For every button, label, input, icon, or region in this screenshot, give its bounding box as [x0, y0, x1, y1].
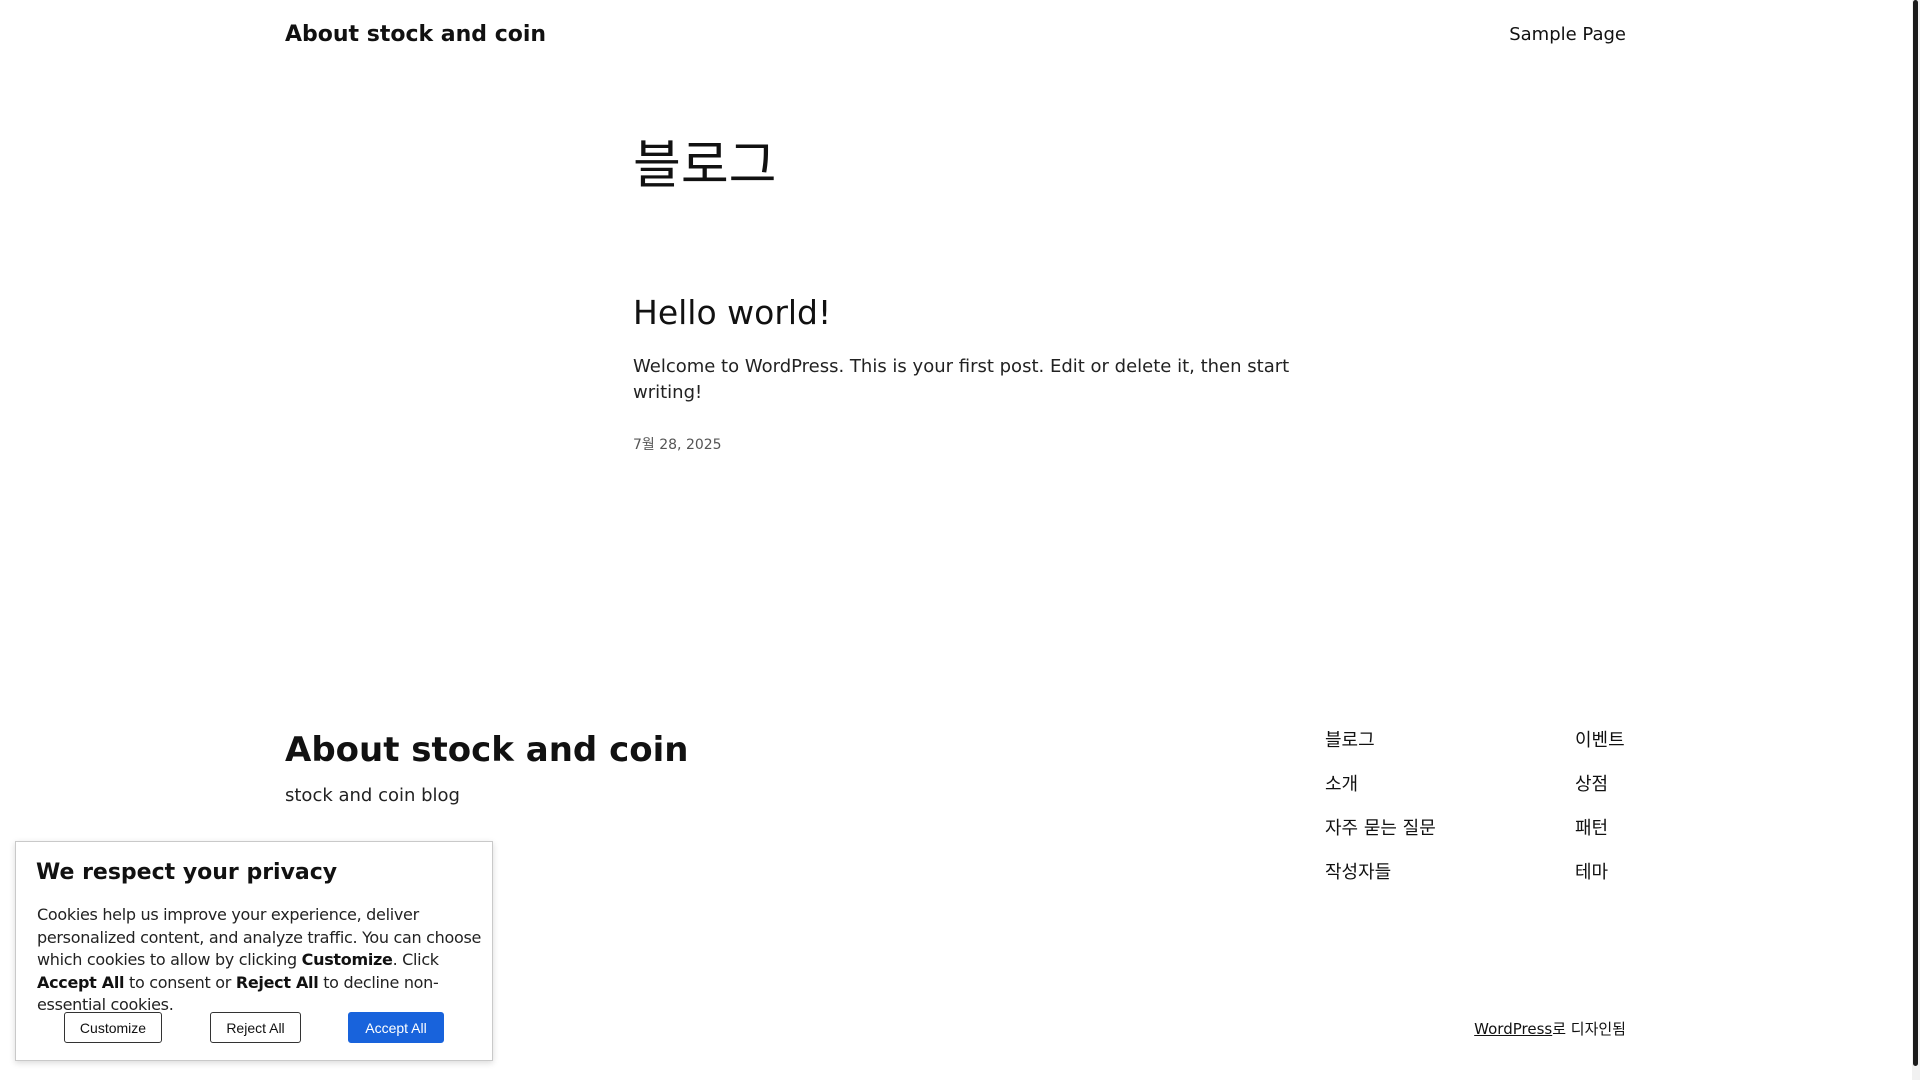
page-title: 블로그 [633, 136, 777, 196]
cookie-customize-button[interactable]: Customize [64, 1012, 162, 1043]
footer-nav-events[interactable]: 이벤트 [1575, 729, 1625, 753]
post-date[interactable]: 7월 28, 2025 [633, 434, 1333, 454]
footer-nav-column-2: 이벤트 상점 패턴 테마 [1575, 729, 1625, 905]
footer-tagline: stock and coin blog [285, 785, 460, 806]
footer-nav-authors[interactable]: 작성자들 [1325, 861, 1436, 885]
footer-nav-about[interactable]: 소개 [1325, 773, 1436, 797]
post-item: Hello world! Welcome to WordPress. This … [633, 292, 1333, 454]
cookie-banner-text: Cookies help us improve your experience,… [37, 904, 487, 1017]
scrollbar-thumb[interactable] [1913, 0, 1918, 1066]
cookie-reject-all-button[interactable]: Reject All [210, 1012, 301, 1043]
page-scrollbar[interactable] [1912, 0, 1920, 1080]
footer-nav-blog[interactable]: 블로그 [1325, 729, 1436, 753]
cookie-text-customize: Customize [301, 950, 393, 969]
site-title-link[interactable]: About stock and coin [285, 22, 546, 47]
cookie-accept-all-button[interactable]: Accept All [348, 1012, 444, 1043]
cookie-text-part: to consent or [124, 972, 236, 992]
main-content: 블로그 Hello world! Welcome to WordPress. T… [633, 130, 1333, 454]
footer-nav-faq[interactable]: 자주 묻는 질문 [1325, 817, 1436, 841]
footer-brand: About stock and coin stock and coin blog [285, 727, 688, 806]
cookie-consent-banner: We respect your privacy Cookies help us … [15, 841, 493, 1061]
nav-sample-page[interactable]: Sample Page [1509, 24, 1626, 45]
site-header: About stock and coin Sample Page [285, 0, 1626, 70]
cookie-text-reject: Reject All [235, 972, 319, 992]
footer-credit: WordPress로 디자인됨 [1474, 1018, 1626, 1039]
cookie-text-part: . Click [392, 950, 440, 969]
footer-nav-themes[interactable]: 테마 [1575, 861, 1625, 885]
footer-site-title[interactable]: About stock and coin [285, 727, 688, 773]
footer-nav-patterns[interactable]: 패턴 [1575, 817, 1625, 841]
footer-nav-column-1: 블로그 소개 자주 묻는 질문 작성자들 [1325, 729, 1436, 905]
credit-suffix: 로 디자인됨 [1552, 1020, 1626, 1038]
post-excerpt: Welcome to WordPress. This is your first… [633, 356, 1290, 403]
post-title-link[interactable]: Hello world! [633, 292, 1333, 334]
cookie-banner-title: We respect your privacy [36, 860, 338, 885]
wordpress-link[interactable]: WordPress [1474, 1020, 1552, 1038]
cookie-text-accept: Accept All [37, 972, 125, 992]
footer-nav-shop[interactable]: 상점 [1575, 773, 1625, 797]
